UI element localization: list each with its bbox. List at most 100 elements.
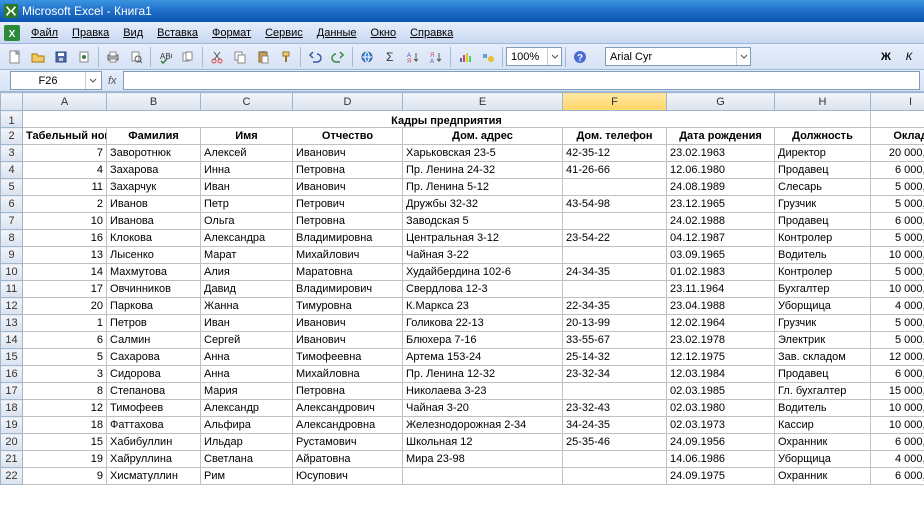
- row-header[interactable]: 20: [1, 434, 23, 451]
- cell[interactable]: 43-54-98: [563, 196, 667, 213]
- row-header[interactable]: 19: [1, 417, 23, 434]
- cell[interactable]: Ильдар: [201, 434, 293, 451]
- paste-button[interactable]: [252, 46, 274, 68]
- column-label[interactable]: Дата рождения: [667, 128, 775, 145]
- row-header[interactable]: 4: [1, 162, 23, 179]
- cell[interactable]: Александр: [201, 400, 293, 417]
- row-header[interactable]: 22: [1, 468, 23, 485]
- cell[interactable]: 10 000,00р.: [871, 247, 924, 264]
- row-header[interactable]: 5: [1, 179, 23, 196]
- cell[interactable]: 8: [23, 383, 107, 400]
- cell[interactable]: Юсупович: [293, 468, 403, 485]
- cell[interactable]: 14: [23, 264, 107, 281]
- cell[interactable]: 2: [23, 196, 107, 213]
- cell[interactable]: [563, 281, 667, 298]
- spellcheck-button[interactable]: ABC: [154, 46, 176, 68]
- sheet-title-cell[interactable]: Кадры предприятия: [23, 111, 871, 128]
- cell[interactable]: 3: [23, 366, 107, 383]
- cell[interactable]: 5 000,00р.: [871, 196, 924, 213]
- cell[interactable]: 23.02.1963: [667, 145, 775, 162]
- col-header[interactable]: G: [667, 93, 775, 111]
- cell[interactable]: Марат: [201, 247, 293, 264]
- row-header[interactable]: 7: [1, 213, 23, 230]
- cell[interactable]: 42-35-12: [563, 145, 667, 162]
- cell[interactable]: К.Маркса 23: [403, 298, 563, 315]
- cell[interactable]: Мира 23-98: [403, 451, 563, 468]
- cell[interactable]: 1: [23, 315, 107, 332]
- row-header[interactable]: 16: [1, 366, 23, 383]
- menu-format[interactable]: Формат: [205, 25, 258, 41]
- cell[interactable]: 15: [23, 434, 107, 451]
- cell[interactable]: Анна: [201, 349, 293, 366]
- chevron-down-icon[interactable]: [547, 48, 561, 65]
- format-painter-button[interactable]: [275, 46, 297, 68]
- cell[interactable]: Алия: [201, 264, 293, 281]
- cell[interactable]: Петрович: [293, 196, 403, 213]
- cell[interactable]: Зав. складом: [775, 349, 871, 366]
- cell[interactable]: Фаттахова: [107, 417, 201, 434]
- cell[interactable]: [871, 111, 924, 128]
- zoom-combo[interactable]: [506, 47, 562, 66]
- cell[interactable]: Бухгалтер: [775, 281, 871, 298]
- cell[interactable]: 5 000,00р.: [871, 264, 924, 281]
- cell[interactable]: Уборщица: [775, 298, 871, 315]
- cell[interactable]: Маратовна: [293, 264, 403, 281]
- cell[interactable]: Иванович: [293, 315, 403, 332]
- row-header[interactable]: 6: [1, 196, 23, 213]
- app-icon[interactable]: X: [4, 25, 20, 41]
- cell[interactable]: Лысенко: [107, 247, 201, 264]
- cell[interactable]: 12.12.1975: [667, 349, 775, 366]
- cell[interactable]: 5: [23, 349, 107, 366]
- cell[interactable]: Светлана: [201, 451, 293, 468]
- cell[interactable]: Паркова: [107, 298, 201, 315]
- cell[interactable]: 12 000,00р.: [871, 349, 924, 366]
- cell[interactable]: Захарчук: [107, 179, 201, 196]
- cell[interactable]: Школьная 12: [403, 434, 563, 451]
- cell[interactable]: [563, 383, 667, 400]
- cell[interactable]: 6 000,00р.: [871, 366, 924, 383]
- cell[interactable]: 14.06.1986: [667, 451, 775, 468]
- cell[interactable]: Александрович: [293, 400, 403, 417]
- cell[interactable]: [563, 213, 667, 230]
- permissions-button[interactable]: [73, 46, 95, 68]
- col-header[interactable]: F: [563, 93, 667, 111]
- menu-help[interactable]: Справка: [403, 25, 460, 41]
- column-label[interactable]: Отчество: [293, 128, 403, 145]
- fx-button[interactable]: fx: [108, 75, 117, 87]
- cell[interactable]: Чайная 3-20: [403, 400, 563, 417]
- menu-window[interactable]: Окно: [364, 25, 404, 41]
- cell[interactable]: Владимировна: [293, 230, 403, 247]
- cell[interactable]: 10 000,00р.: [871, 417, 924, 434]
- cell[interactable]: Пр. Ленина 12-32: [403, 366, 563, 383]
- spreadsheet-grid[interactable]: A B C D E F G H I 1Кадры предприятия2Таб…: [0, 92, 924, 527]
- cell[interactable]: Грузчик: [775, 196, 871, 213]
- save-button[interactable]: [50, 46, 72, 68]
- col-header[interactable]: C: [201, 93, 293, 111]
- cell[interactable]: Гл. бухгалтер: [775, 383, 871, 400]
- menu-view[interactable]: Вид: [116, 25, 150, 41]
- cell[interactable]: [403, 468, 563, 485]
- cell[interactable]: Тимофеевна: [293, 349, 403, 366]
- chart-button[interactable]: [454, 46, 476, 68]
- cell[interactable]: Михайловна: [293, 366, 403, 383]
- cell[interactable]: 6 000,00р.: [871, 213, 924, 230]
- column-label[interactable]: Табельный номер: [23, 128, 107, 145]
- cell[interactable]: Петров: [107, 315, 201, 332]
- cell[interactable]: 19: [23, 451, 107, 468]
- cell[interactable]: Петровна: [293, 213, 403, 230]
- menu-insert[interactable]: Вставка: [150, 25, 205, 41]
- cell[interactable]: Продавец: [775, 213, 871, 230]
- col-header[interactable]: D: [293, 93, 403, 111]
- cell[interactable]: Железнодорожная 2-34: [403, 417, 563, 434]
- cell[interactable]: 6 000,00р.: [871, 434, 924, 451]
- cell[interactable]: Иванович: [293, 179, 403, 196]
- cell[interactable]: [563, 247, 667, 264]
- autosum-button[interactable]: Σ: [379, 46, 401, 68]
- cell[interactable]: Директор: [775, 145, 871, 162]
- cell[interactable]: 20: [23, 298, 107, 315]
- cell[interactable]: Тимуровна: [293, 298, 403, 315]
- column-label[interactable]: Оклад: [871, 128, 924, 145]
- cell[interactable]: 23.02.1978: [667, 332, 775, 349]
- cell[interactable]: Продавец: [775, 366, 871, 383]
- cell[interactable]: Пр. Ленина 5-12: [403, 179, 563, 196]
